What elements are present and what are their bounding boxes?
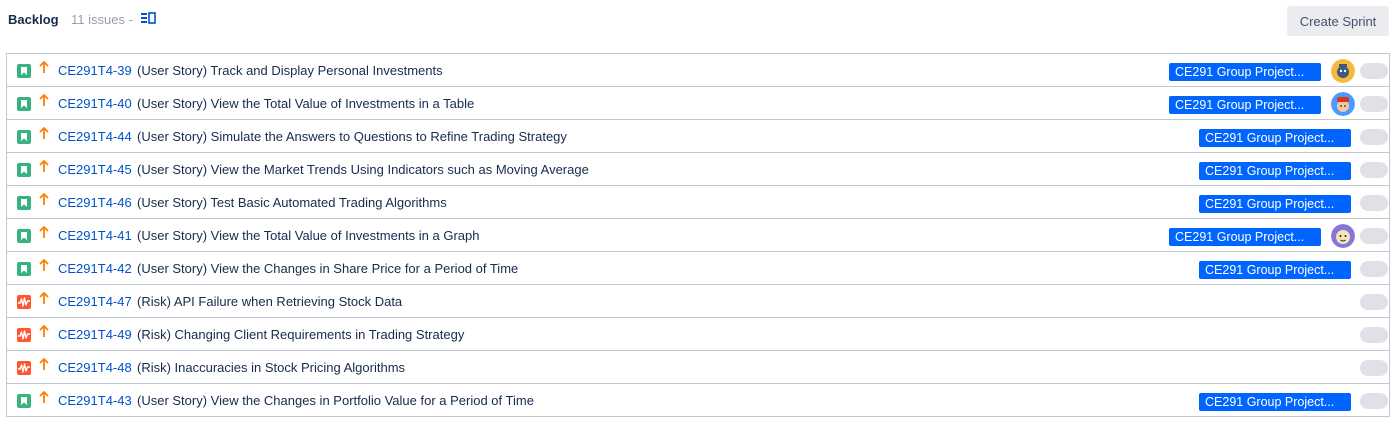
issue-row[interactable]: CE291T4-45 (User Story) View the Market T… bbox=[7, 153, 1389, 186]
epic-badge[interactable]: CE291 Group Project... bbox=[1199, 393, 1351, 411]
priority-high-icon bbox=[38, 225, 50, 239]
estimate-badge[interactable] bbox=[1360, 63, 1388, 79]
issue-key-link[interactable]: CE291T4-44 bbox=[58, 129, 132, 144]
story-icon bbox=[17, 97, 31, 111]
story-icon bbox=[17, 262, 31, 276]
priority-high-icon bbox=[38, 390, 50, 404]
issue-row[interactable]: CE291T4-48 (Risk) Inaccuracies in Stock P… bbox=[7, 351, 1389, 384]
issue-key-link[interactable]: CE291T4-40 bbox=[58, 96, 132, 111]
issue-row[interactable]: CE291T4-40 (User Story) View the Total Va… bbox=[7, 87, 1389, 120]
story-icon bbox=[17, 163, 31, 177]
issue-row[interactable]: CE291T4-41 (User Story) View the Total Va… bbox=[7, 219, 1389, 252]
issue-summary: (User Story) View the Total Value of Inv… bbox=[137, 228, 480, 243]
issue-row[interactable]: CE291T4-47 (Risk) API Failure when Retrie… bbox=[7, 285, 1389, 318]
priority-high-icon bbox=[38, 357, 50, 371]
epic-badge[interactable]: CE291 Group Project... bbox=[1169, 96, 1321, 114]
estimate-badge[interactable] bbox=[1360, 261, 1388, 277]
story-icon bbox=[17, 130, 31, 144]
estimate-badge[interactable] bbox=[1360, 360, 1388, 376]
issue-count: 11 issues - bbox=[71, 12, 133, 27]
backlog-header: Backlog 11 issues - Create Sprint bbox=[0, 0, 1400, 48]
issue-summary: (User Story) View the Market Trends Usin… bbox=[137, 162, 589, 177]
create-sprint-button[interactable]: Create Sprint bbox=[1287, 6, 1389, 36]
issue-summary: (User Story) Test Basic Automated Tradin… bbox=[137, 195, 447, 210]
priority-high-icon bbox=[38, 324, 50, 338]
priority-high-icon bbox=[38, 291, 50, 305]
priority-high-icon bbox=[38, 126, 50, 140]
epic-badge[interactable]: CE291 Group Project... bbox=[1199, 162, 1351, 180]
issue-row[interactable]: CE291T4-44 (User Story) Simulate the Answ… bbox=[7, 120, 1389, 153]
estimate-badge[interactable] bbox=[1360, 195, 1388, 211]
issue-row[interactable]: CE291T4-49 (Risk) Changing Client Require… bbox=[7, 318, 1389, 351]
issue-summary: (Risk) Changing Client Requirements in T… bbox=[137, 327, 465, 342]
issue-summary: (User Story) View the Changes in Share P… bbox=[137, 261, 519, 276]
issue-summary: (Risk) Inaccuracies in Stock Pricing Alg… bbox=[137, 360, 406, 375]
issue-key-link[interactable]: CE291T4-46 bbox=[58, 195, 132, 210]
issue-row[interactable]: CE291T4-46 (User Story) Test Basic Automa… bbox=[7, 186, 1389, 219]
issue-row[interactable]: CE291T4-42 (User Story) View the Changes … bbox=[7, 252, 1389, 285]
risk-icon bbox=[17, 295, 31, 309]
issue-key-link[interactable]: CE291T4-42 bbox=[58, 261, 132, 276]
risk-icon bbox=[17, 328, 31, 342]
issue-row[interactable]: CE291T4-43 (User Story) View the Changes … bbox=[7, 384, 1389, 417]
story-icon bbox=[17, 394, 31, 408]
issue-row[interactable]: CE291T4-39 (User Story) Track and Display… bbox=[7, 54, 1389, 87]
assignee-avatar[interactable] bbox=[1331, 59, 1355, 83]
estimate-badge[interactable] bbox=[1360, 96, 1388, 112]
issue-key-link[interactable]: CE291T4-45 bbox=[58, 162, 132, 177]
estimate-badge[interactable] bbox=[1360, 228, 1388, 244]
story-icon bbox=[17, 196, 31, 210]
estimate-badge[interactable] bbox=[1360, 294, 1388, 310]
issue-summary: (User Story) Track and Display Personal … bbox=[137, 63, 443, 78]
backlog-title: Backlog bbox=[8, 12, 59, 27]
issue-key-link[interactable]: CE291T4-39 bbox=[58, 63, 132, 78]
issue-key-link[interactable]: CE291T4-47 bbox=[58, 294, 132, 309]
assignee-avatar[interactable] bbox=[1331, 92, 1355, 116]
list-view-icon[interactable] bbox=[140, 12, 156, 26]
issue-summary: (User Story) Simulate the Answers to Que… bbox=[137, 129, 567, 144]
issue-list: CE291T4-39 (User Story) Track and Display… bbox=[6, 53, 1390, 417]
issue-key-link[interactable]: CE291T4-41 bbox=[58, 228, 132, 243]
issue-key-link[interactable]: CE291T4-48 bbox=[58, 360, 132, 375]
estimate-badge[interactable] bbox=[1360, 162, 1388, 178]
epic-badge[interactable]: CE291 Group Project... bbox=[1169, 63, 1321, 81]
issue-key-link[interactable]: CE291T4-43 bbox=[58, 393, 132, 408]
issue-key-link[interactable]: CE291T4-49 bbox=[58, 327, 132, 342]
risk-icon bbox=[17, 361, 31, 375]
epic-badge[interactable]: CE291 Group Project... bbox=[1199, 129, 1351, 147]
priority-high-icon bbox=[38, 192, 50, 206]
estimate-badge[interactable] bbox=[1360, 327, 1388, 343]
story-icon bbox=[17, 64, 31, 78]
epic-badge[interactable]: CE291 Group Project... bbox=[1199, 261, 1351, 279]
priority-high-icon bbox=[38, 258, 50, 272]
story-icon bbox=[17, 229, 31, 243]
estimate-badge[interactable] bbox=[1360, 393, 1388, 409]
estimate-badge[interactable] bbox=[1360, 129, 1388, 145]
epic-badge[interactable]: CE291 Group Project... bbox=[1169, 228, 1321, 246]
epic-badge[interactable]: CE291 Group Project... bbox=[1199, 195, 1351, 213]
priority-high-icon bbox=[38, 93, 50, 107]
issue-summary: (User Story) View the Changes in Portfol… bbox=[137, 393, 534, 408]
issue-summary: (Risk) API Failure when Retrieving Stock… bbox=[137, 294, 403, 309]
assignee-avatar[interactable] bbox=[1331, 224, 1355, 248]
issue-summary: (User Story) View the Total Value of Inv… bbox=[137, 96, 475, 111]
priority-high-icon bbox=[38, 159, 50, 173]
priority-high-icon bbox=[38, 60, 50, 74]
